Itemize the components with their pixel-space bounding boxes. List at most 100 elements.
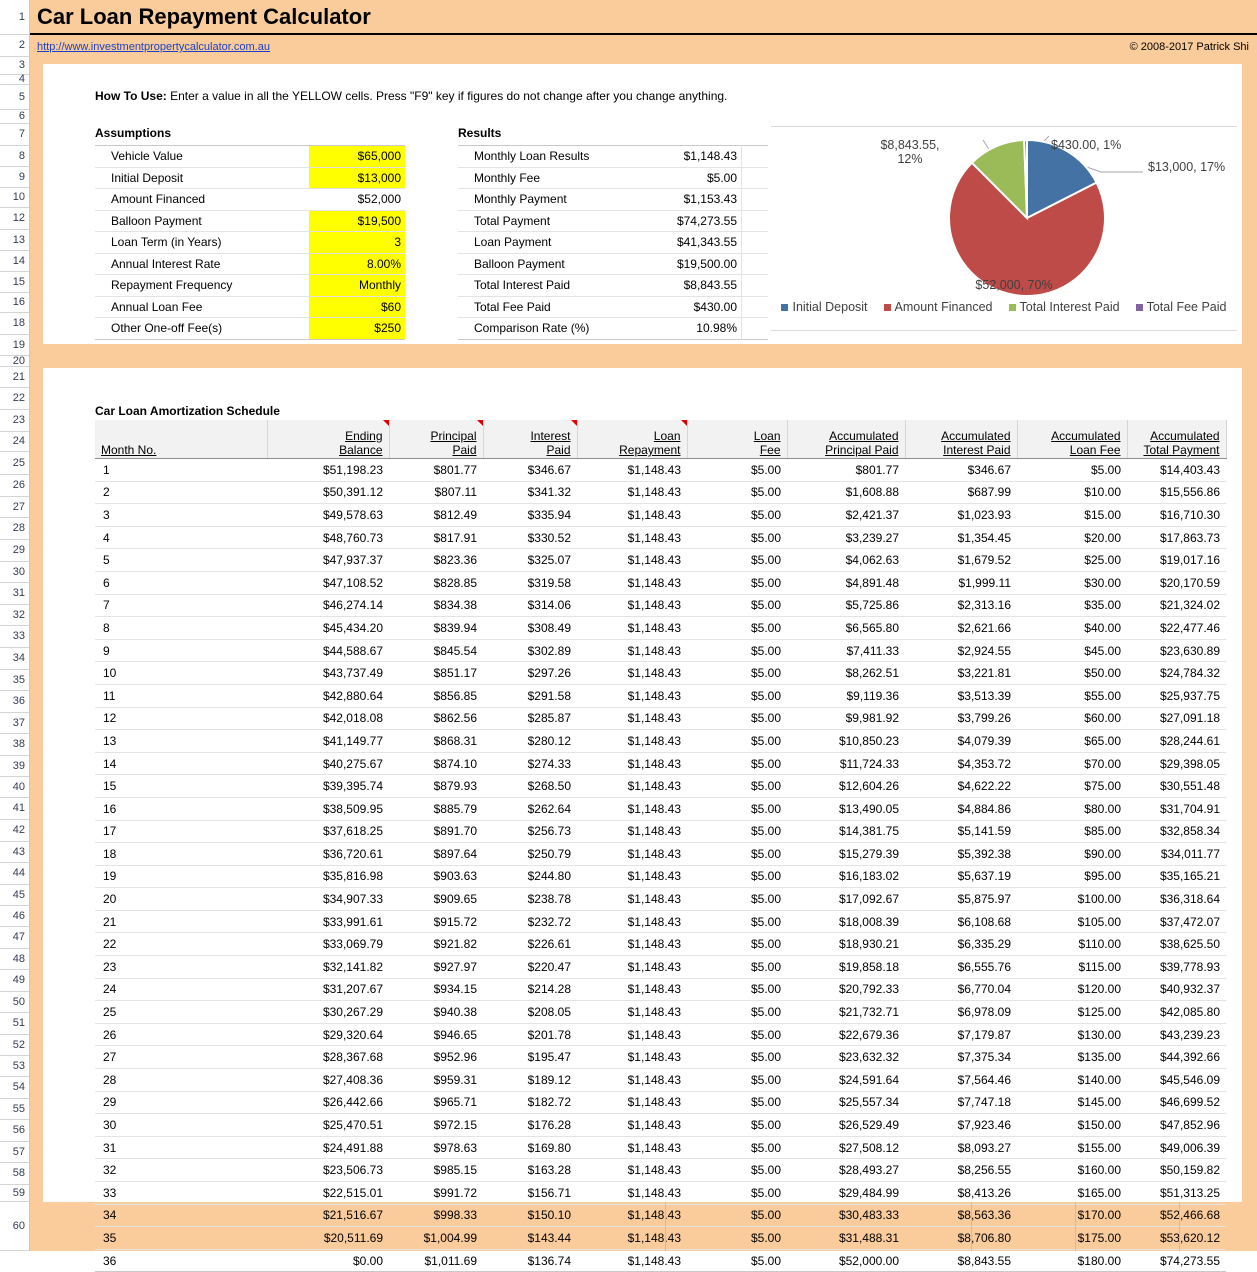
row-header-6[interactable]: 6 bbox=[0, 110, 29, 124]
row-header-15[interactable]: 15 bbox=[0, 272, 29, 293]
row-header-60[interactable]: 60 bbox=[0, 1202, 29, 1251]
row-header-20[interactable]: 20 bbox=[0, 356, 29, 367]
amortization-cell: $1,148.43 bbox=[577, 775, 687, 798]
row-header-26[interactable]: 26 bbox=[0, 475, 29, 497]
row-header-19[interactable]: 19 bbox=[0, 335, 29, 356]
row-header-47[interactable]: 47 bbox=[0, 927, 29, 949]
row-header-59[interactable]: 59 bbox=[0, 1185, 29, 1202]
bottom-cell-strip bbox=[29, 1202, 1257, 1251]
row-header-23[interactable]: 23 bbox=[0, 410, 29, 432]
row-header-14[interactable]: 14 bbox=[0, 251, 29, 272]
assumption-input-cell[interactable]: $13,000 bbox=[309, 167, 405, 189]
row-header-28[interactable]: 28 bbox=[0, 518, 29, 540]
pie-label-total-fee-paid: $430.00, 1% bbox=[1051, 138, 1171, 152]
row-header-50[interactable]: 50 bbox=[0, 992, 29, 1013]
amortization-cell: $18,008.39 bbox=[787, 910, 905, 933]
row-header-5[interactable]: 5 bbox=[0, 85, 29, 110]
assumption-input-cell[interactable]: 3 bbox=[309, 232, 405, 254]
row-header-55[interactable]: 55 bbox=[0, 1099, 29, 1120]
amortization-cell: $135.00 bbox=[1017, 1046, 1127, 1069]
amortization-cell: $22,515.01 bbox=[267, 1182, 389, 1205]
row-header-18[interactable]: 18 bbox=[0, 313, 29, 335]
header-line-1: Accumulated bbox=[1134, 429, 1220, 443]
row-header-34[interactable]: 34 bbox=[0, 648, 29, 670]
amortization-cell: $5.00 bbox=[687, 956, 787, 979]
row-header-9[interactable]: 9 bbox=[0, 167, 29, 188]
amortization-cell: $160.00 bbox=[1017, 1159, 1127, 1182]
result-spacer bbox=[742, 167, 769, 189]
row-header-gutter[interactable]: 1234567891012131415161819202122232425262… bbox=[0, 0, 30, 1251]
row-header-41[interactable]: 41 bbox=[0, 798, 29, 820]
row-header-29[interactable]: 29 bbox=[0, 540, 29, 562]
assumption-input-cell[interactable]: Monthly bbox=[309, 275, 405, 297]
row-header-36[interactable]: 36 bbox=[0, 691, 29, 713]
amortization-cell: $6,770.04 bbox=[905, 978, 1017, 1001]
row-header-42[interactable]: 42 bbox=[0, 820, 29, 842]
assumption-label: Balloon Payment bbox=[95, 210, 309, 232]
amortization-cell: $868.31 bbox=[389, 730, 483, 753]
result-label: Comparison Rate (%) bbox=[458, 318, 631, 340]
row-header-54[interactable]: 54 bbox=[0, 1077, 29, 1099]
assumption-input-cell[interactable]: 8.00% bbox=[309, 253, 405, 275]
amortization-cell: $319.58 bbox=[483, 571, 577, 594]
row-header-58[interactable]: 58 bbox=[0, 1163, 29, 1185]
amortization-cell: $28,493.27 bbox=[787, 1159, 905, 1182]
row-header-37[interactable]: 37 bbox=[0, 713, 29, 734]
row-header-31[interactable]: 31 bbox=[0, 583, 29, 605]
row-header-56[interactable]: 56 bbox=[0, 1120, 29, 1142]
comment-indicator-icon[interactable] bbox=[681, 420, 687, 426]
row-header-48[interactable]: 48 bbox=[0, 949, 29, 970]
row-header-4[interactable]: 4 bbox=[0, 75, 29, 85]
amortization-cell: $4,884.86 bbox=[905, 797, 1017, 820]
amortization-cell: $27,091.18 bbox=[1127, 707, 1226, 730]
amortization-cell: $1,148.43 bbox=[577, 730, 687, 753]
row-header-21[interactable]: 21 bbox=[0, 367, 29, 388]
assumption-input-cell[interactable]: $65,000 bbox=[309, 146, 405, 168]
row-header-44[interactable]: 44 bbox=[0, 863, 29, 885]
assumption-input-cell[interactable]: $60 bbox=[309, 296, 405, 318]
row-header-2[interactable]: 2 bbox=[0, 35, 29, 57]
row-header-46[interactable]: 46 bbox=[0, 906, 29, 927]
row-header-43[interactable]: 43 bbox=[0, 842, 29, 863]
comment-indicator-icon[interactable] bbox=[571, 420, 577, 426]
row-header-1[interactable]: 1 bbox=[0, 0, 29, 35]
result-label: Loan Payment bbox=[458, 232, 631, 254]
row-header-8[interactable]: 8 bbox=[0, 146, 29, 167]
row-header-40[interactable]: 40 bbox=[0, 777, 29, 798]
amortization-cell: $32,858.34 bbox=[1127, 820, 1226, 843]
row-header-10[interactable]: 10 bbox=[0, 188, 29, 208]
assumption-input-cell[interactable]: $250 bbox=[309, 318, 405, 340]
loan-breakdown-pie-chart[interactable]: $8,843.55,12% $430.00, 1% $13,000, 17% $… bbox=[771, 126, 1237, 331]
row-header-22[interactable]: 22 bbox=[0, 388, 29, 410]
comment-indicator-icon[interactable] bbox=[477, 420, 483, 426]
header-line-2: Interest Paid bbox=[912, 443, 1011, 457]
row-header-27[interactable]: 27 bbox=[0, 497, 29, 518]
assumption-input-cell[interactable]: $19,500 bbox=[309, 210, 405, 232]
row-header-7[interactable]: 7 bbox=[0, 124, 29, 146]
row-header-51[interactable]: 51 bbox=[0, 1013, 29, 1035]
row-header-57[interactable]: 57 bbox=[0, 1142, 29, 1163]
row-header-13[interactable]: 13 bbox=[0, 230, 29, 251]
how-to-use-body: Enter a value in all the YELLOW cells. P… bbox=[167, 89, 728, 103]
row-header-24[interactable]: 24 bbox=[0, 432, 29, 452]
website-link[interactable]: http://www.investmentpropertycalculator.… bbox=[37, 41, 270, 53]
row-header-53[interactable]: 53 bbox=[0, 1056, 29, 1077]
row-header-39[interactable]: 39 bbox=[0, 756, 29, 777]
row-header-25[interactable]: 25 bbox=[0, 452, 29, 475]
row-header-38[interactable]: 38 bbox=[0, 734, 29, 756]
row-header-16[interactable]: 16 bbox=[0, 293, 29, 313]
row-header-32[interactable]: 32 bbox=[0, 605, 29, 626]
row-header-12[interactable]: 12 bbox=[0, 208, 29, 230]
amortization-cell: $5,392.38 bbox=[905, 843, 1017, 866]
month-number-cell: 23 bbox=[95, 956, 267, 979]
row-header-52[interactable]: 52 bbox=[0, 1035, 29, 1056]
comment-indicator-icon[interactable] bbox=[383, 420, 389, 426]
amortization-cell: $165.00 bbox=[1017, 1182, 1127, 1205]
table-row: 27$28,367.68$952.96$195.47$1,148.43$5.00… bbox=[95, 1046, 1226, 1069]
row-header-45[interactable]: 45 bbox=[0, 885, 29, 906]
row-header-30[interactable]: 30 bbox=[0, 562, 29, 583]
row-header-33[interactable]: 33 bbox=[0, 626, 29, 648]
row-header-35[interactable]: 35 bbox=[0, 670, 29, 691]
amortization-cell: $7,923.46 bbox=[905, 1114, 1017, 1137]
row-header-49[interactable]: 49 bbox=[0, 970, 29, 992]
